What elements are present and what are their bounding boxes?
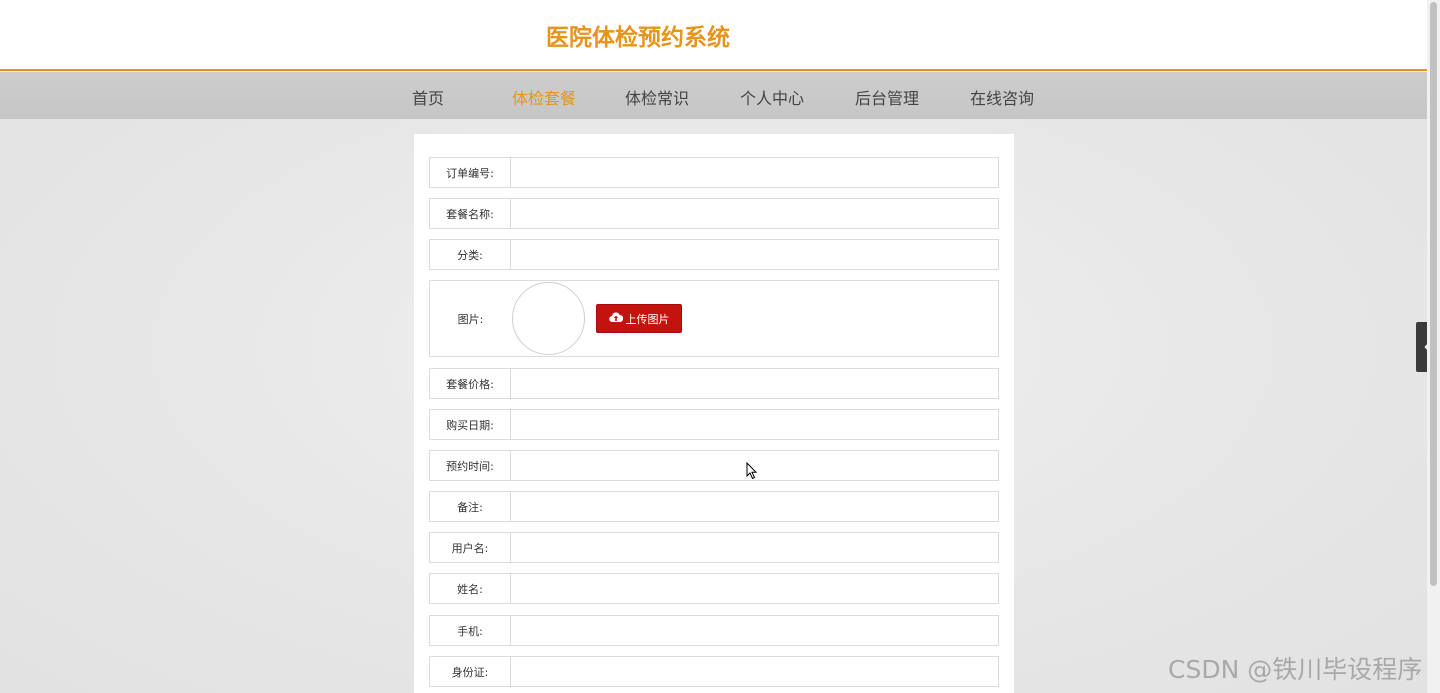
price-label: 套餐价格: <box>430 369 511 398</box>
scrollbar-thumb[interactable] <box>1430 2 1437 586</box>
remark-input[interactable] <box>511 492 998 521</box>
order-form-panel: 订单编号: 套餐名称: 分类: 图片: 上传图片 套餐价格: 购买日期: 预约时… <box>414 134 1014 693</box>
form-row-package-name: 套餐名称: <box>429 198 999 229</box>
phone-label: 手机: <box>430 616 511 645</box>
form-row-name: 姓名: <box>429 573 999 604</box>
form-row-appointment-time: 预约时间: <box>429 450 999 481</box>
site-title: 医院体检预约系统 <box>546 25 730 51</box>
username-label: 用户名: <box>430 533 511 562</box>
form-row-phone: 手机: <box>429 615 999 646</box>
main-nav: 首页 体检套餐 体检常识 个人中心 后台管理 在线咨询 <box>0 72 1427 119</box>
nav-item-home[interactable]: 首页 <box>412 85 444 109</box>
package-name-label: 套餐名称: <box>430 199 511 228</box>
appointment-time-label: 预约时间: <box>430 451 511 480</box>
site-header: 医院体检预约系统 <box>0 0 1427 71</box>
image-preview <box>512 282 585 355</box>
remark-label: 备注: <box>430 492 511 521</box>
form-row-order-no: 订单编号: <box>429 157 999 188</box>
upload-image-button[interactable]: 上传图片 <box>596 304 682 333</box>
watermark: CSDN @铁川毕设程序 <box>1168 655 1423 684</box>
upload-image-label: 上传图片 <box>625 312 670 326</box>
nav-item-packages[interactable]: 体检套餐 <box>512 85 576 109</box>
order-no-input[interactable] <box>511 158 998 187</box>
purchase-date-label: 购买日期: <box>430 410 511 439</box>
form-row-category: 分类: <box>429 239 999 270</box>
form-row-remark: 备注: <box>429 491 999 522</box>
package-name-input[interactable] <box>511 199 998 228</box>
form-row-price: 套餐价格: <box>429 368 999 399</box>
image-label: 图片: <box>457 312 484 326</box>
price-input[interactable] <box>511 369 998 398</box>
order-no-label: 订单编号: <box>430 158 511 187</box>
nav-item-personal-center[interactable]: 个人中心 <box>740 85 804 109</box>
vertical-scrollbar[interactable] <box>1427 0 1440 693</box>
name-input[interactable] <box>511 574 998 603</box>
id-card-input[interactable] <box>511 657 998 686</box>
username-input[interactable] <box>511 533 998 562</box>
form-row-purchase-date: 购买日期: <box>429 409 999 440</box>
form-row-username: 用户名: <box>429 532 999 563</box>
category-input[interactable] <box>511 240 998 269</box>
id-card-label: 身份证: <box>430 657 511 686</box>
nav-item-knowledge[interactable]: 体检常识 <box>625 85 689 109</box>
phone-input[interactable] <box>511 616 998 645</box>
name-label: 姓名: <box>430 574 511 603</box>
cloud-upload-icon <box>608 311 623 326</box>
form-row-id-card: 身份证: <box>429 656 999 687</box>
purchase-date-input[interactable] <box>511 410 998 439</box>
category-label: 分类: <box>430 240 511 269</box>
nav-item-admin[interactable]: 后台管理 <box>855 85 919 109</box>
nav-item-consult[interactable]: 在线咨询 <box>970 85 1034 109</box>
form-row-image: 图片: 上传图片 <box>429 280 999 357</box>
mouse-cursor-icon <box>746 462 758 480</box>
